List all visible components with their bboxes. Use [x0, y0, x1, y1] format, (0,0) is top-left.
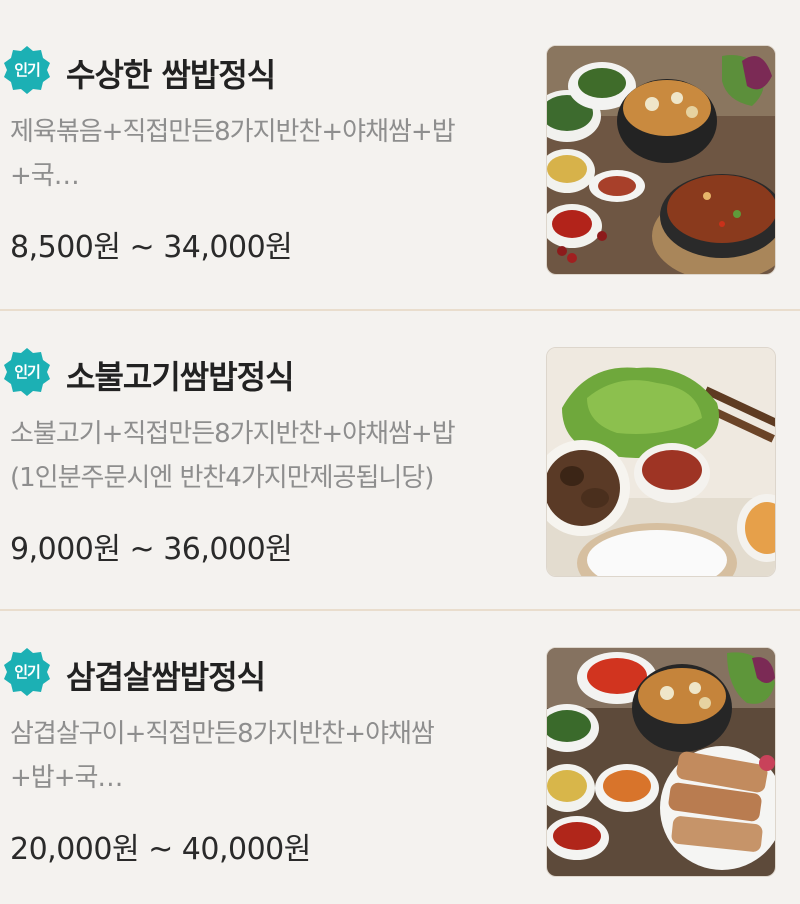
menu-description: 제육볶음+직접만든8가지반찬+야채쌈+밥 +국…	[10, 117, 456, 191]
menu-price: 8,500원 ~ 34,000원	[10, 230, 293, 265]
menu-title: 수상한 쌈밥정식	[66, 56, 276, 94]
popular-badge: 인기	[2, 45, 52, 95]
menu-item-bulgogi-ssambap[interactable]: 인기 소불고기쌈밥정식 소불고기+직접만든8가지반찬+야채쌈+밥 (1인분주문시…	[0, 302, 800, 604]
menu-photo[interactable]	[546, 45, 776, 275]
menu-photo[interactable]	[546, 647, 776, 877]
menu-photo[interactable]	[546, 347, 776, 577]
menu-description: 소불고기+직접만든8가지반찬+야채쌈+밥 (1인분주문시엔 반찬4가지만제공됩니…	[10, 419, 456, 493]
popular-badge: 인기	[2, 347, 52, 397]
menu-item-samgyeopsal-ssambap[interactable]: 인기 삼겹살쌈밥정식 삼겹살구이+직접만든8가지반찬+야채쌈 +밥+국… 20,…	[0, 602, 800, 904]
menu-title: 소불고기쌈밥정식	[66, 358, 295, 396]
menu-title: 삼겹살쌈밥정식	[66, 658, 266, 696]
menu-list: 인기 수상한 쌈밥정식 제육볶음+직접만든8가지반찬+야채쌈+밥 +국… 8,5…	[0, 0, 800, 904]
menu-description: 삼겹살구이+직접만든8가지반찬+야채쌈 +밥+국…	[10, 719, 435, 793]
menu-price: 9,000원 ~ 36,000원	[10, 532, 293, 567]
menu-item-jeyuk-ssambap[interactable]: 인기 수상한 쌈밥정식 제육볶음+직접만든8가지반찬+야채쌈+밥 +국… 8,5…	[0, 0, 800, 302]
popular-badge: 인기	[2, 647, 52, 697]
menu-price: 20,000원 ~ 40,000원	[10, 832, 311, 867]
